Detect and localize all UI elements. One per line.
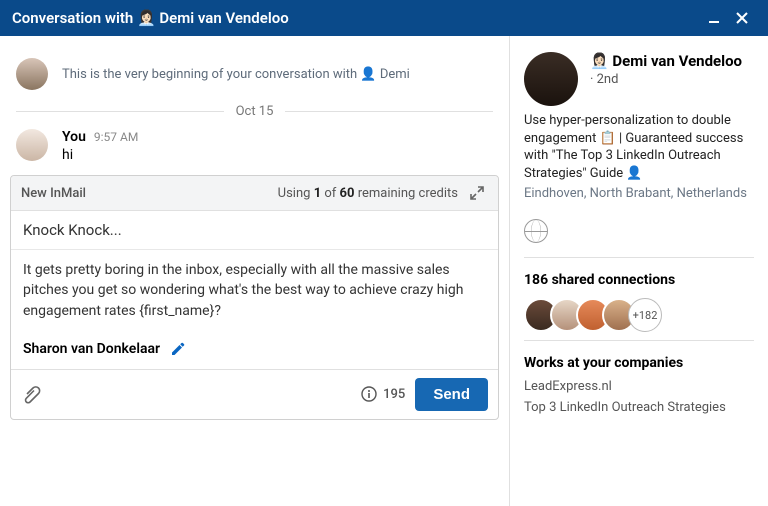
- message-time: 9:57 AM: [94, 130, 138, 144]
- conversation-pane: This is the very beginning of your conve…: [0, 36, 510, 506]
- connection-degree: · 2nd: [590, 72, 754, 87]
- date-separator: Oct 15: [0, 98, 509, 129]
- message-text: hi: [62, 147, 138, 163]
- info-icon: [361, 386, 377, 402]
- from-name: Sharon van Donkelaar: [23, 341, 160, 357]
- globe-icon[interactable]: [524, 219, 548, 243]
- works-at-title: Works at your companies: [524, 355, 754, 371]
- profile-pane: 👩🏻‍💼 Demi van Vendeloo · 2nd Use hyper-p…: [510, 36, 768, 506]
- attach-icon[interactable]: [21, 384, 41, 404]
- self-avatar: [16, 129, 48, 161]
- composer-type-label: New InMail: [21, 186, 86, 201]
- message-row: You 9:57 AM hi: [0, 129, 509, 171]
- window-title: Conversation with 👩🏻‍💼 Demi van Vendeloo: [12, 9, 700, 27]
- subject-input[interactable]: Knock Knock...: [11, 211, 498, 250]
- company-link[interactable]: LeadExpress.nl: [524, 379, 754, 394]
- profile-location: Eindhoven, North Brabant, Netherlands: [524, 186, 754, 201]
- shared-connections-row[interactable]: +182: [524, 298, 754, 332]
- char-count: 195: [361, 386, 405, 402]
- body-input[interactable]: It gets pretty boring in the inbox, espe…: [11, 250, 498, 335]
- message-author: You: [62, 129, 86, 145]
- profile-name[interactable]: 👩🏻‍💼 Demi van Vendeloo: [590, 52, 754, 70]
- expand-icon[interactable]: [466, 182, 488, 204]
- credits-remaining: Using 1 of 60 remaining credits: [86, 186, 458, 201]
- close-button[interactable]: [728, 4, 756, 32]
- window-header: Conversation with 👩🏻‍💼 Demi van Vendeloo: [0, 0, 768, 36]
- shared-connections-title[interactable]: 186 shared connections: [524, 272, 754, 288]
- more-connections-badge[interactable]: +182: [628, 298, 662, 332]
- send-button[interactable]: Send: [415, 378, 488, 411]
- profile-avatar[interactable]: [524, 52, 578, 106]
- contact-avatar: [16, 58, 48, 90]
- profile-headline: Use hyper-personalization to double enga…: [524, 112, 754, 182]
- minimize-button[interactable]: [700, 4, 728, 32]
- composer: New InMail Using 1 of 60 remaining credi…: [10, 175, 499, 420]
- company-link[interactable]: Top 3 LinkedIn Outreach Strategies: [524, 400, 754, 415]
- edit-from-icon[interactable]: [170, 341, 186, 357]
- conversation-begin-text: This is the very beginning of your conve…: [62, 67, 410, 82]
